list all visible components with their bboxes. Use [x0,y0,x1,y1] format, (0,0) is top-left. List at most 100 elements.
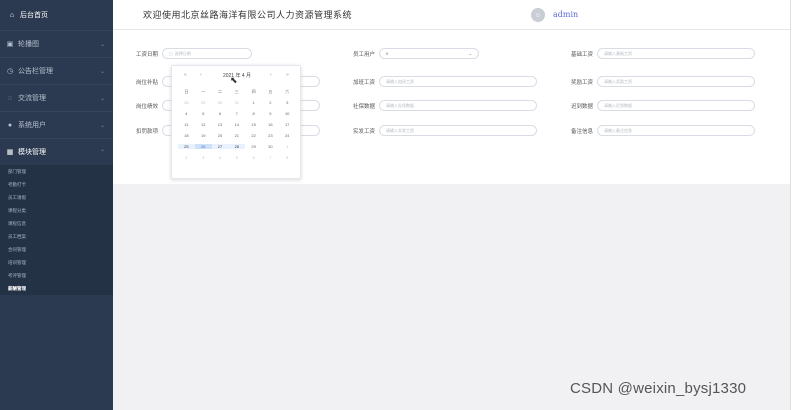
remark-input[interactable]: 请输入备注信息 [597,125,755,136]
calendar-day[interactable]: 30 [212,100,229,105]
sidebar-home[interactable]: ⌂ 后台首页 [0,0,113,30]
field-label: 岗位绩效 [135,103,158,110]
calendar-day[interactable]: 6 [245,155,262,160]
sidebar-sub-attendance[interactable]: 考勤打卡 [0,178,113,191]
calendar-day[interactable]: 28 [178,100,195,105]
field-label: 工资日期 [135,51,158,58]
sidebar-sub-course-info[interactable]: 课程信息 [0,217,113,230]
window-scrollbar[interactable] [790,0,802,410]
sidebar-item-carousel[interactable]: ▣ 轮播图 ⌄ [0,30,113,57]
bonus-salary-input[interactable]: 请输入奖励工资 [597,76,755,87]
calendar-icon: ▢ [169,51,173,56]
calendar-day[interactable]: 14 [228,122,245,127]
weekday: 五 [268,88,273,94]
calendar-day[interactable]: 30 [262,144,279,149]
calendar-day[interactable]: 25 [178,144,195,149]
calendar-day[interactable]: 6 [212,111,229,116]
calendar-day[interactable]: 20 [212,133,229,138]
calendar-day[interactable]: 10 [279,111,296,116]
sidebar-sub-course-category[interactable]: 课程分类 [0,204,113,217]
calendar-day[interactable]: 11 [178,122,195,127]
calendar-day[interactable]: 29 [245,144,262,149]
mouse-cursor-icon: ⬉ [230,75,238,85]
calendar-day[interactable]: 24 [279,133,296,138]
chevron-down-icon: ⌄ [468,51,472,56]
sidebar-sub-dept[interactable]: 部门管理 [0,165,113,178]
calendar-day[interactable]: 18 [178,133,195,138]
sidebar-sub-evaluation[interactable]: 考评管理 [0,269,113,282]
social-security-input[interactable]: 请输入社保数据 [379,100,537,111]
base-salary-input[interactable]: 请输入基础工资 [597,48,755,59]
chevron-up-icon: ⌃ [99,149,105,156]
calendar-day[interactable]: 2 [178,155,195,160]
username[interactable]: admin [553,10,578,19]
calendar-day[interactable]: 31 [228,100,245,105]
field-label: 奖励工资 [570,79,593,86]
calendar-week: 2 3 4 5 6 7 8 [178,152,296,163]
field-salary-date: 工资日期 ▢ 选择日期 [113,48,252,59]
actual-pay-input[interactable]: 请输入实发工资 [379,125,537,136]
grid-icon: ▦ [6,149,14,156]
calendar-day[interactable]: 7 [228,111,245,116]
calendar-day[interactable]: 16 [262,122,279,127]
sidebar-item-modules[interactable]: ▦ 模块管理 ⌃ [0,138,113,165]
placeholder-text: 请输入迟到数据 [604,102,632,108]
calendar-day[interactable]: 13 [212,122,229,127]
chevron-down-icon: ⌄ [99,95,105,102]
calendar-day[interactable]: 3 [279,100,296,105]
field-remark: 备注信息 请输入备注信息 [548,125,755,136]
calendar-day[interactable]: 2 [262,100,279,105]
calendar-day[interactable]: 1 [279,144,296,149]
calendar-day[interactable]: 8 [245,111,262,116]
late-count-input[interactable]: 请输入迟到数据 [597,100,755,111]
calendar-day[interactable]: 26 [194,144,212,149]
calendar-day[interactable]: 15 [245,122,262,127]
placeholder-text: 请输入基础工资 [604,50,632,56]
sidebar-item-label: 轮播图 [18,41,39,48]
calendar-day[interactable]: 4 [212,155,229,160]
sidebar-sub-archive[interactable]: 员工档案 [0,230,113,243]
clock-icon: ◷ [6,68,14,75]
calendar-day[interactable]: 12 [195,122,212,127]
calendar-day[interactable]: 7 [262,155,279,160]
sidebar-sub-salary[interactable]: 薪酬管理 [0,282,113,295]
calendar-day[interactable]: 29 [195,100,212,105]
field-label: 加班工资 [352,79,375,86]
overtime-pay-input[interactable]: 请输入加班工资 [379,76,537,87]
calendar-day[interactable]: 4 [178,111,195,116]
calendar-day[interactable]: 5 [228,155,245,160]
sidebar-item-users[interactable]: ● 系统用户 ⌄ [0,111,113,138]
calendar-day[interactable]: 27 [211,144,229,149]
calendar-day[interactable]: 8 [279,155,296,160]
sidebar-sub-leave[interactable]: 员工请假 [0,191,113,204]
watermark-text: CSDN @weixin_bysj1330 [570,380,747,397]
sidebar-item-exchange[interactable]: ◌ 交流管理 ⌄ [0,84,113,111]
calendar-day[interactable]: 22 [245,133,262,138]
sidebar-sub-training[interactable]: 培训管理 [0,256,113,269]
calendar-weekday-row: 日 一 二 三 四 五 六 [178,86,296,97]
calendar-day[interactable]: 23 [262,133,279,138]
calendar-day[interactable]: 9 [262,111,279,116]
calendar-day[interactable]: 28 [228,144,246,149]
calendar-day[interactable]: 19 [195,133,212,138]
calendar-week: 11 12 13 14 15 16 17 [178,119,296,130]
employee-user-select[interactable]: 0 ⌄ [379,48,479,59]
weekday: 三 [234,88,239,94]
field-label: 基础工资 [570,51,593,58]
avatar[interactable]: ☺ [531,8,545,22]
sidebar-item-notice[interactable]: ◷ 公告栏管理 ⌄ [0,57,113,84]
calendar-day[interactable]: 1 [245,100,262,105]
chevron-down-icon: ⌄ [99,68,105,75]
calendar-day[interactable]: 3 [195,155,212,160]
next-month-icon[interactable]: › [270,72,272,78]
placeholder-text: 请输入加班工资 [386,78,414,84]
calendar-day[interactable]: 21 [228,133,245,138]
sidebar-sub-contract[interactable]: 合同管理 [0,243,113,256]
next-year-icon[interactable]: » [286,72,289,78]
calendar-day[interactable]: 5 [195,111,212,116]
sidebar: ⌂ 后台首页 ▣ 轮播图 ⌄ ◷ 公告栏管理 ⌄ ◌ 交流管理 ⌄ ● 系统用户… [0,0,113,410]
calendar-day[interactable]: 17 [279,122,296,127]
weekday: 二 [217,88,222,94]
placeholder-text: 请输入备注信息 [604,127,632,133]
salary-date-input[interactable]: ▢ 选择日期 [162,48,252,59]
